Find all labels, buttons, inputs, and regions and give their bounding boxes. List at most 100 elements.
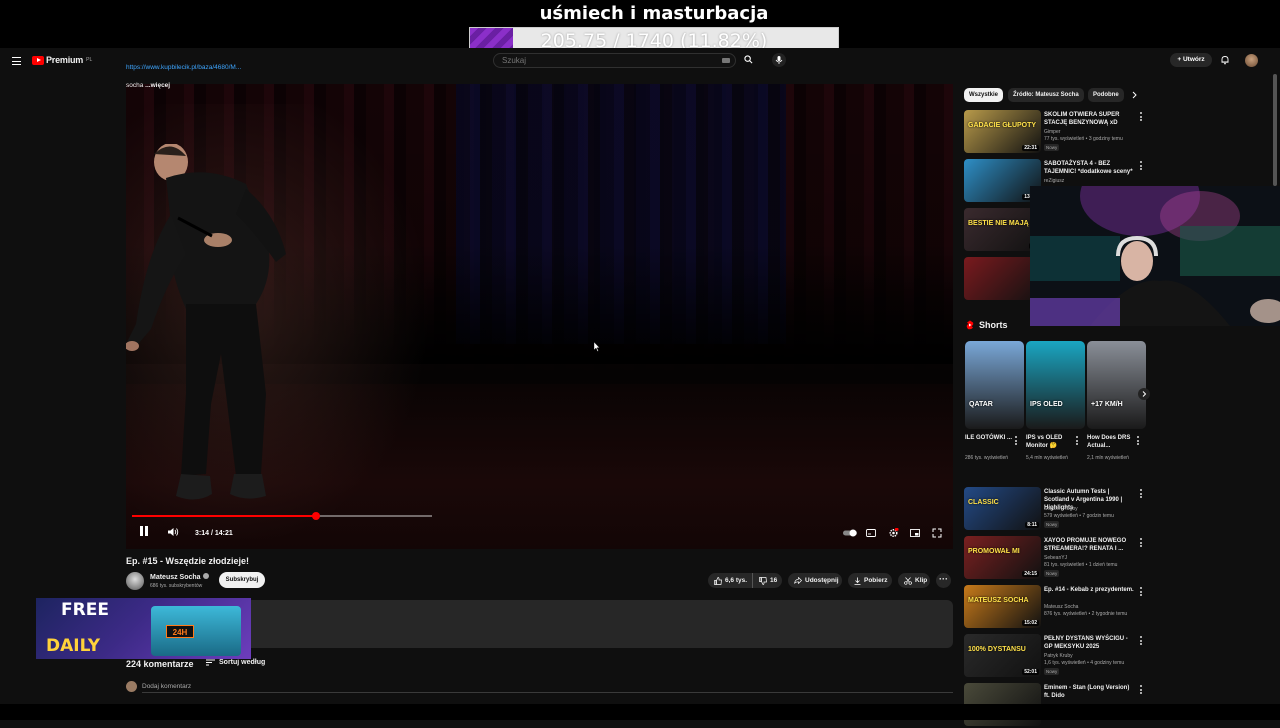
short-views: 286 tys. wyświetleń [965,455,1009,461]
video-thumbnail[interactable]: GADACIE GŁUPOTY 22:31 [964,110,1041,153]
sort-icon [206,659,215,666]
page-scrollbar[interactable] [1273,74,1277,186]
related-video-item[interactable]: PROMOWAŁ MI 24:15 XAYOO PROMUJE NOWEGO STR… [964,536,1154,581]
volume-icon[interactable] [167,527,179,537]
create-label: Utwórz [1182,56,1205,63]
subscribe-button[interactable]: Subskrybuj [219,572,265,588]
chevron-right-icon[interactable] [1131,91,1138,99]
create-button[interactable]: + Utwórz [1170,53,1212,67]
channel-avatar[interactable] [126,572,144,590]
more-vert-icon[interactable] [1137,436,1140,445]
clip-button[interactable]: Klip [898,573,930,588]
more-vert-icon[interactable] [1015,436,1018,445]
more-vert-icon[interactable] [1140,538,1143,547]
chip-similar[interactable]: Podobne [1088,88,1124,102]
description-more[interactable]: socha ...więcej [126,82,170,89]
video-duration: 8:11 [1025,522,1039,528]
dislike-button[interactable]: 16 [752,573,783,588]
video-title: Ep. #15 - Wszędzie złodzieje! [126,556,250,566]
chip-all[interactable]: Wszystkie [964,88,1004,102]
more-vert-icon[interactable] [1140,587,1143,596]
settings-gear-icon[interactable] [888,528,899,538]
related-meta: 81 tys. wyświetleń • 1 dzień temu [1044,562,1118,568]
related-video-title[interactable]: XAYOO PROMUJE NOWEGO STREAMERA!? RENATA … [1044,537,1136,553]
microphone-icon[interactable] [772,53,786,67]
more-actions-button[interactable]: ··· [936,573,951,588]
short-title[interactable]: How Does DRS Actual... [1087,434,1137,450]
more-vert-icon[interactable] [1140,685,1143,694]
fullscreen-icon[interactable] [932,528,942,538]
search-icon[interactable] [744,55,753,64]
keyboard-icon[interactable] [722,58,730,63]
channel-name[interactable]: Mateusz Socha [150,573,209,581]
like-button[interactable]: 6,6 tys. [708,573,753,588]
bottom-strip [0,704,1280,720]
related-video-title[interactable]: SKOLIM OTWIERA SUPER STACJĘ BENZYNOWĄ xD [1044,111,1136,127]
related-channel[interactable]: SebeanYJ [1044,555,1067,561]
video-thumbnail[interactable]: PROMOWAŁ MI 24:15 [964,536,1041,579]
shorts-next-icon[interactable] [1138,388,1150,400]
subtitles-icon[interactable] [866,528,876,538]
short-title[interactable]: ILE GOTÓWKI ... [965,434,1015,442]
video-thumbnail[interactable]: CLASSIC 8:11 [964,487,1041,530]
short-title[interactable]: IPS vs OLED Monitor 🤔 [1026,434,1076,450]
time-display: 3:14 / 14:21 [195,530,233,537]
show-more-link[interactable]: ...więcej [145,82,170,89]
more-vert-icon[interactable] [1140,112,1143,121]
commenter-avatar [126,681,137,692]
chip-from-channel[interactable]: Źródło: Mateusz Socha [1008,88,1084,102]
related-video-title[interactable]: PEŁNY DYSTANS WYŚCIGU - GP MEKSYKU 2025 [1044,635,1136,651]
video-player[interactable]: 3:14 / 14:21 [126,84,953,549]
new-badge: Nowy [1044,570,1060,577]
shorts-header: Shorts [966,320,1008,330]
account-avatar[interactable] [1245,54,1258,67]
youtube-logo[interactable]: Premium PL [32,55,92,65]
seek-bar-played [132,515,317,517]
more-vert-icon[interactable] [1140,636,1143,645]
related-video-title[interactable]: Ep. #14 - Kebab z prezydentem. [1044,586,1136,594]
streamer-webcam [1030,186,1280,326]
related-channel[interactable]: Scottish Rugby [1044,506,1078,512]
related-video-item[interactable]: 100% DYSTANSU 52:01 PEŁNY DYSTANS WYŚCIGU … [964,634,1154,679]
thumbnail-text: MATEUSZ SOCHA [968,597,1029,604]
more-vert-icon[interactable] [1076,436,1079,445]
thumbnail-text: GADACIE GŁUPOTY [968,122,1037,129]
more-vert-icon[interactable] [1140,161,1143,170]
add-comment-input[interactable]: Dodaj komentarz [142,683,191,690]
video-thumbnail[interactable]: 100% DYSTANSU 52:01 [964,634,1041,677]
related-video-item[interactable]: GADACIE GŁUPOTY 22:31 SKOLIM OTWIERA SUPER… [964,110,1154,155]
sort-comments-button[interactable]: Sortuj według [206,659,265,666]
related-video-title[interactable]: Eminem - Stan (Long Version) ft. Dido [1044,684,1136,700]
search-input[interactable] [502,56,702,65]
related-channel[interactable]: reZigiusz [1044,178,1064,184]
share-button[interactable]: Udostępnij [788,573,842,588]
youtube-play-icon [32,55,44,65]
related-video-item[interactable]: MATEUSZ SOCHA 15:02 Ep. #14 - Kebab z prez… [964,585,1154,630]
more-vert-icon[interactable] [1140,489,1143,498]
video-thumbnail[interactable]: MATEUSZ SOCHA 15:02 [964,585,1041,628]
related-video-item[interactable]: CLASSIC 8:11 Classic Autumn Tests | Scotla… [964,487,1154,532]
bell-icon[interactable] [1220,55,1230,65]
comments-count: 224 komentarze [126,659,194,669]
search-box[interactable] [493,53,736,68]
miniplayer-icon[interactable] [910,528,920,538]
short-thumbnail[interactable]: +17 KM/H [1087,341,1146,429]
autoplay-toggle-icon[interactable] [843,528,857,538]
download-button[interactable]: Pobierz [848,573,892,588]
thumbs-down-icon [759,576,767,585]
current-time: 3:14 [195,530,210,537]
description-link[interactable]: https://www.kupbilecik.pl/baza/4680/M... [126,64,241,71]
related-channel[interactable]: Mateusz Socha [1044,604,1078,610]
like-dislike-group: 6,6 tys. 16 [708,573,782,588]
short-thumbnail[interactable]: IPS OLED [1026,341,1085,429]
related-video-title[interactable]: SABOTAŻYSTA 4 - BEZ TAJEMNIC! *dodatkowe… [1044,160,1136,176]
short-overlay-text: IPS OLED [1030,401,1063,408]
subscriber-count: 686 tys. subskrybentów [150,583,203,589]
pause-icon[interactable] [139,525,149,537]
menu-icon[interactable] [12,57,21,65]
short-thumbnail[interactable]: QATAR [965,341,1024,429]
duration: 14:21 [214,530,233,537]
seek-bar[interactable] [132,512,432,520]
related-channel[interactable]: Patryk Kruby [1044,653,1073,659]
related-channel[interactable]: Gimper [1044,129,1060,135]
